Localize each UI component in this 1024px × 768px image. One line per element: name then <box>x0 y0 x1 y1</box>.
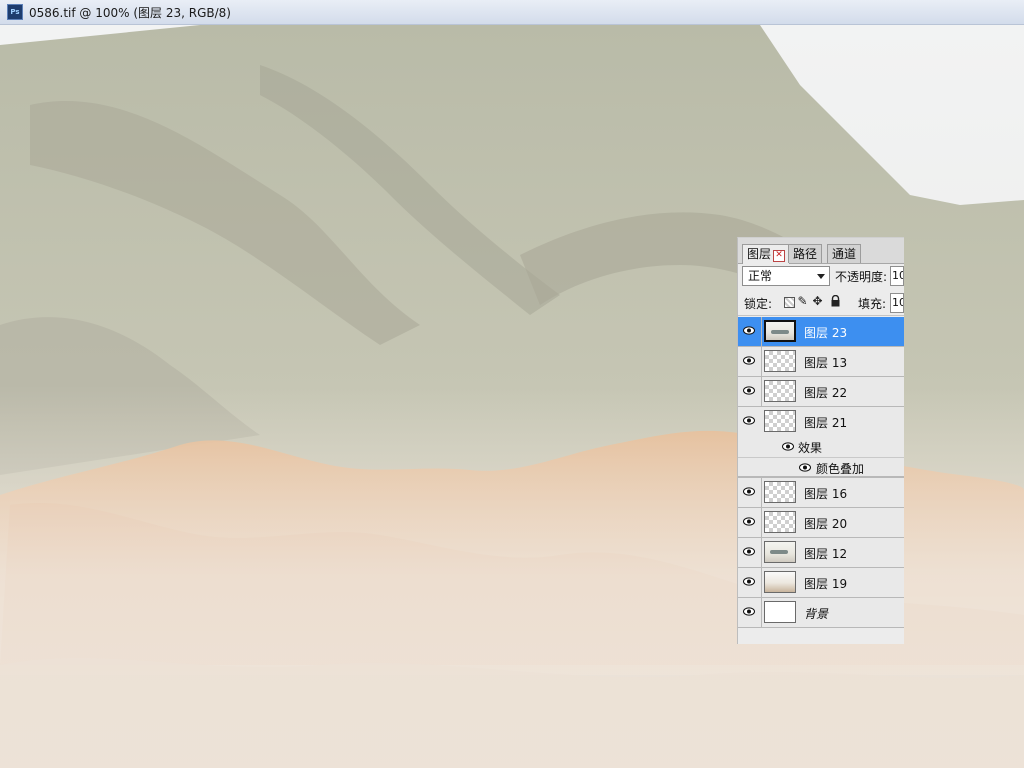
visibility-toggle[interactable] <box>738 317 762 346</box>
eye-icon <box>743 607 755 616</box>
layer-thumbnail <box>764 601 796 623</box>
layer-row[interactable]: 图层 20 <box>738 508 904 538</box>
layer-name[interactable]: 图层 21 <box>804 414 847 431</box>
effects-label: 效果 <box>798 441 823 455</box>
chevron-down-icon <box>817 274 825 279</box>
fill-input[interactable]: 10 <box>890 293 904 313</box>
layer-thumbnail <box>764 410 796 432</box>
close-icon[interactable]: ✕ <box>773 250 786 262</box>
document-title-bar: Ps 0586.tif @ 100% (图层 23, RGB/8) <box>0 0 1024 25</box>
eye-icon <box>743 356 755 365</box>
layer-row[interactable]: 图层 12 <box>738 538 904 568</box>
eye-icon <box>743 547 755 556</box>
layer-row[interactable]: 图层 22 <box>738 377 904 407</box>
layer-thumbnail <box>764 571 796 593</box>
layer-row[interactable]: 图层 21 <box>738 407 904 437</box>
layer-row[interactable]: 图层 16 <box>738 478 904 508</box>
effect-item-row[interactable]: 颜色叠加 <box>738 457 904 477</box>
eye-icon <box>743 487 755 496</box>
visibility-toggle[interactable] <box>738 478 762 507</box>
tab-channels-label: 通道 <box>832 247 857 261</box>
document-title: 0586.tif @ 100% (图层 23, RGB/8) <box>29 5 231 20</box>
tab-channels[interactable]: 通道 <box>827 244 862 263</box>
layer-name[interactable]: 图层 20 <box>804 515 847 532</box>
layers-panel: 图层✕ 路径 通道 正常 不透明度: 10 锁定: ✎ ✥ 填充: 10 <box>737 237 904 644</box>
tab-paths[interactable]: 路径 <box>788 244 823 263</box>
layer-name[interactable]: 图层 23 <box>804 324 847 341</box>
panel-tab-bar: 图层 ✕ 路径 通道 <box>738 238 904 264</box>
layer-row[interactable]: 图层 23 <box>738 317 904 347</box>
layer-name[interactable]: 图层 22 <box>804 384 847 401</box>
layer-group-with-effects: 图层 21 效果 颜色叠加 <box>738 407 904 478</box>
visibility-toggle[interactable] <box>738 568 762 597</box>
visibility-toggle[interactable] <box>738 538 762 567</box>
layer-name[interactable]: 图层 16 <box>804 485 847 502</box>
eye-icon <box>743 577 755 586</box>
lock-image-pixels-icon[interactable]: ✎ <box>796 295 809 308</box>
blend-mode-select[interactable]: 正常 <box>742 266 830 286</box>
layer-name[interactable]: 图层 13 <box>804 354 847 371</box>
blend-mode-value: 正常 <box>748 269 773 283</box>
layer-name[interactable]: 图层 19 <box>804 575 847 592</box>
lock-fill-row: 锁定: ✎ ✥ 填充: 10 <box>738 291 904 316</box>
opacity-label: 不透明度: <box>835 270 888 284</box>
layer-row[interactable]: 图层 19 <box>738 568 904 598</box>
layer-thumbnail <box>764 380 796 402</box>
layer-row[interactable]: 图层 13 <box>738 347 904 377</box>
lock-all-icon[interactable] <box>829 294 842 308</box>
tab-paths-label: 路径 <box>793 247 818 261</box>
layer-thumbnail <box>764 320 796 342</box>
eye-icon <box>743 326 755 335</box>
eye-icon[interactable] <box>799 463 811 472</box>
visibility-toggle[interactable] <box>738 508 762 537</box>
blend-opacity-row: 正常 不透明度: 10 <box>738 265 904 289</box>
lock-label: 锁定: <box>744 297 773 311</box>
visibility-toggle[interactable] <box>738 377 762 406</box>
visibility-toggle[interactable] <box>738 347 762 376</box>
lock-position-icon[interactable]: ✥ <box>811 295 824 308</box>
effects-row[interactable]: 效果 <box>738 437 904 457</box>
layer-thumbnail <box>764 350 796 372</box>
layer-thumbnail <box>764 511 796 533</box>
visibility-toggle[interactable] <box>738 407 761 436</box>
lock-transparent-pixels-icon[interactable] <box>784 297 795 308</box>
eye-icon <box>743 386 755 395</box>
layers-list: 图层 23 图层 13 图层 22 图层 21 效果 颜色叠加 图层 16 图层… <box>738 317 904 628</box>
layer-thumbnail <box>764 481 796 503</box>
effect-item-label: 颜色叠加 <box>816 462 865 476</box>
eye-icon <box>743 517 755 526</box>
visibility-toggle[interactable] <box>738 598 762 627</box>
opacity-input[interactable]: 10 <box>890 266 904 286</box>
eye-icon[interactable] <box>782 442 794 451</box>
layer-name[interactable]: 背景 <box>804 605 828 622</box>
layer-thumbnail <box>764 541 796 563</box>
tab-layers[interactable]: 图层 ✕ <box>742 244 791 264</box>
fill-label: 填充: <box>858 297 887 311</box>
eye-icon <box>743 416 755 425</box>
layer-row[interactable]: 背景 <box>738 598 904 628</box>
tab-layers-label: 图层 <box>747 247 772 261</box>
photoshop-icon: Ps <box>7 4 23 20</box>
layer-name[interactable]: 图层 12 <box>804 545 847 562</box>
